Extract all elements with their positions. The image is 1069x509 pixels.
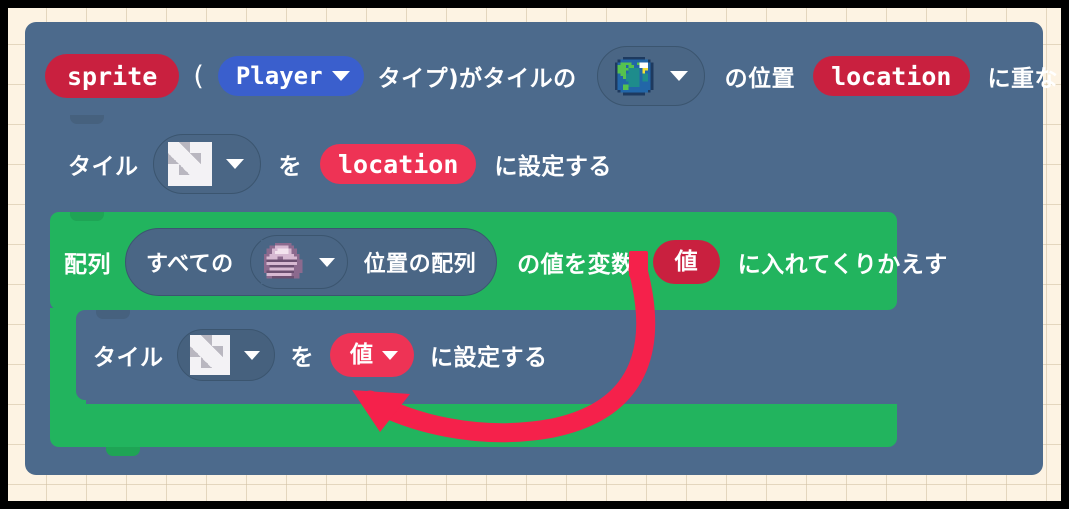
earth-globe-tile-icon (611, 54, 656, 98)
set-tile-1-value-chip[interactable]: location (320, 144, 477, 184)
event-text-after-kind: タイプ)がタイルの (377, 66, 577, 92)
event-text-after-tile: の位置 (724, 66, 796, 92)
set-tile-2-row: タイル を 値 に設定する (93, 329, 548, 381)
set-tile-2-suffix: に設定する (430, 345, 548, 371)
rock-tile-icon (260, 240, 305, 284)
event-text-tail: に重なった時 (987, 66, 1062, 92)
chevron-down-icon (243, 350, 260, 360)
chevron-down-icon (225, 159, 244, 169)
set-tile-1-row: タイル を location に設定する (68, 134, 612, 194)
chevron-down-icon (382, 350, 398, 360)
open-paren-label: ( (193, 60, 204, 92)
transparency-checker-tile-icon (167, 142, 212, 186)
block-connector-notch (70, 115, 104, 124)
tile-picker-rock[interactable] (249, 235, 348, 289)
location-reporter-chip[interactable]: location (813, 56, 970, 96)
set-tile-1-suffix: に設定する (494, 154, 612, 180)
set-tile-2-value-label: 値 (350, 341, 373, 368)
set-tile-2-notch (96, 310, 130, 319)
for-each-top-notch (70, 212, 104, 221)
for-each-suffix: に入れてくりかえす (737, 252, 948, 278)
sprite-kind-value: Player (235, 62, 323, 90)
chevron-down-icon (669, 71, 688, 81)
for-each-row: 配列 すべての 位置の配列 の値を変数 値 に入れてくりかえす (64, 228, 948, 296)
tile-locations-array-reporter[interactable]: すべての 位置の配列 (125, 228, 498, 296)
set-tile-2-value-dropdown[interactable]: 値 (330, 333, 414, 377)
for-each-oval-text-end: 位置の配列 (363, 252, 477, 277)
set-tile-2-middle: を (290, 345, 314, 371)
block-for-each-bottom-bar (50, 404, 897, 447)
set-tile-2-prefix: タイル (93, 345, 164, 371)
event-header-row: sprite ( Player タイプ)がタイルの の位置 location に… (45, 46, 1062, 106)
tile-picker-earth[interactable] (596, 46, 705, 106)
sprite-reporter-chip[interactable]: sprite (45, 54, 180, 98)
for-each-prefix: 配列 (64, 252, 111, 278)
blocks-workspace-canvas[interactable]: sprite ( Player タイプ)がタイルの の位置 location に… (8, 8, 1061, 501)
sprite-kind-dropdown[interactable]: Player (217, 56, 364, 96)
for-each-variable-chip[interactable]: 値 (652, 240, 720, 284)
transparency-checker-tile-icon (189, 335, 230, 375)
set-tile-1-prefix: タイル (68, 154, 139, 180)
for-each-oval-text-start: すべての (146, 252, 234, 277)
for-each-middle: の値を変数 (517, 252, 635, 278)
chevron-down-icon (318, 257, 335, 267)
tile-picker-transparency-1[interactable] (152, 134, 261, 194)
screenshot-frame: sprite ( Player タイプ)がタイルの の位置 location に… (0, 0, 1069, 509)
chevron-down-icon (331, 71, 350, 81)
for-each-bottom-notch (106, 447, 140, 456)
set-tile-1-middle: を (278, 154, 302, 180)
tile-picker-transparency-2[interactable] (176, 329, 275, 381)
